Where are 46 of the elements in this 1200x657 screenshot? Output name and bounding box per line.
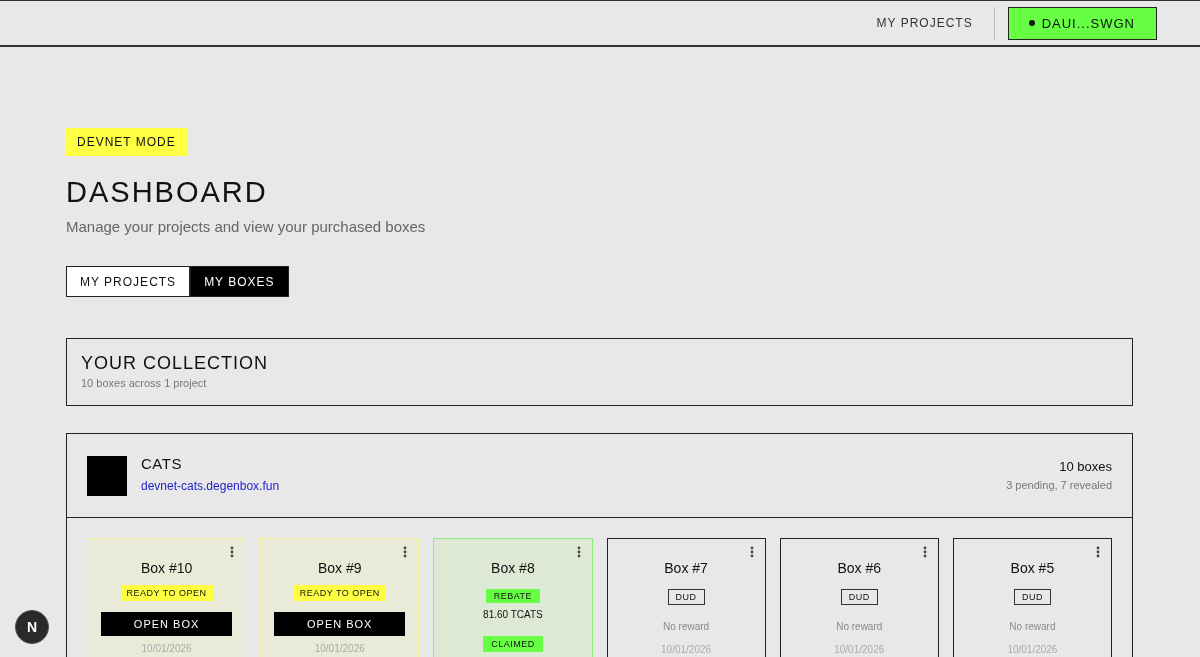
wallet-button[interactable]: DAUI...SWGN [1007, 6, 1157, 40]
mode-badge: DEVNET MODE [66, 128, 187, 156]
status-badge: DUD [1013, 589, 1051, 605]
date-text: 10/01/2026 [141, 642, 192, 656]
status-badge: DUD [840, 589, 878, 605]
project-thumbnail [87, 455, 127, 496]
more-options-icon[interactable] [576, 546, 581, 558]
dev-tools-button[interactable]: N [15, 610, 49, 644]
more-options-icon[interactable] [230, 546, 235, 558]
box-count: 10 boxes [1059, 459, 1112, 475]
reward-text: No reward [1009, 620, 1056, 634]
date-text: 10/01/2026 [661, 643, 712, 657]
collection-title: YOUR COLLECTION [81, 352, 269, 374]
date-text: 10/01/2026 [834, 643, 885, 657]
open-box-button[interactable]: OPEN BOX [101, 612, 233, 636]
more-options-icon[interactable] [1096, 546, 1100, 558]
box-title: Box #10 [139, 559, 194, 577]
more-options-icon[interactable] [403, 546, 408, 558]
status-badge: DUD [667, 589, 705, 605]
more-options-icon[interactable] [922, 546, 927, 558]
status-badge: REBATE [485, 589, 541, 603]
status-summary: 3 pending, 7 revealed [1006, 478, 1112, 492]
project-name: CATS [141, 455, 183, 473]
project-link[interactable]: devnet-cats.degenbox.fun [141, 478, 280, 494]
box-title: Box #5 [1009, 559, 1056, 577]
nav-link[interactable]: MY PROJECTS [876, 16, 973, 30]
tab[interactable]: MY BOXES [190, 266, 289, 297]
open-box-button[interactable]: OPEN BOX [274, 612, 406, 636]
date-text: 10/01/2026 [314, 642, 365, 656]
box-title: Box #6 [836, 559, 883, 577]
tab[interactable]: MY PROJECTS [66, 266, 191, 297]
box-title: Box #7 [663, 559, 709, 577]
dot-icon [1028, 20, 1035, 26]
page-title: DASHBOARD [66, 175, 269, 209]
box-title: Box #9 [316, 559, 363, 577]
status-badge: READY TO OPEN [120, 585, 213, 601]
date-text: 10/01/2026 [1007, 643, 1058, 657]
box-title: Box #8 [490, 559, 536, 577]
more-options-icon[interactable] [749, 546, 754, 558]
status-badge: READY TO OPEN [293, 585, 386, 601]
page-subtitle: Manage your projects and view your purchased boxes [66, 218, 427, 236]
reward-amount: 81.60 TCATS [483, 609, 543, 621]
collection-summary: 10 boxes across 1 project [81, 376, 207, 390]
reward-text: No reward [836, 620, 883, 634]
reward-text: No reward [663, 620, 710, 634]
claimed-badge: CLAIMED [483, 636, 543, 652]
